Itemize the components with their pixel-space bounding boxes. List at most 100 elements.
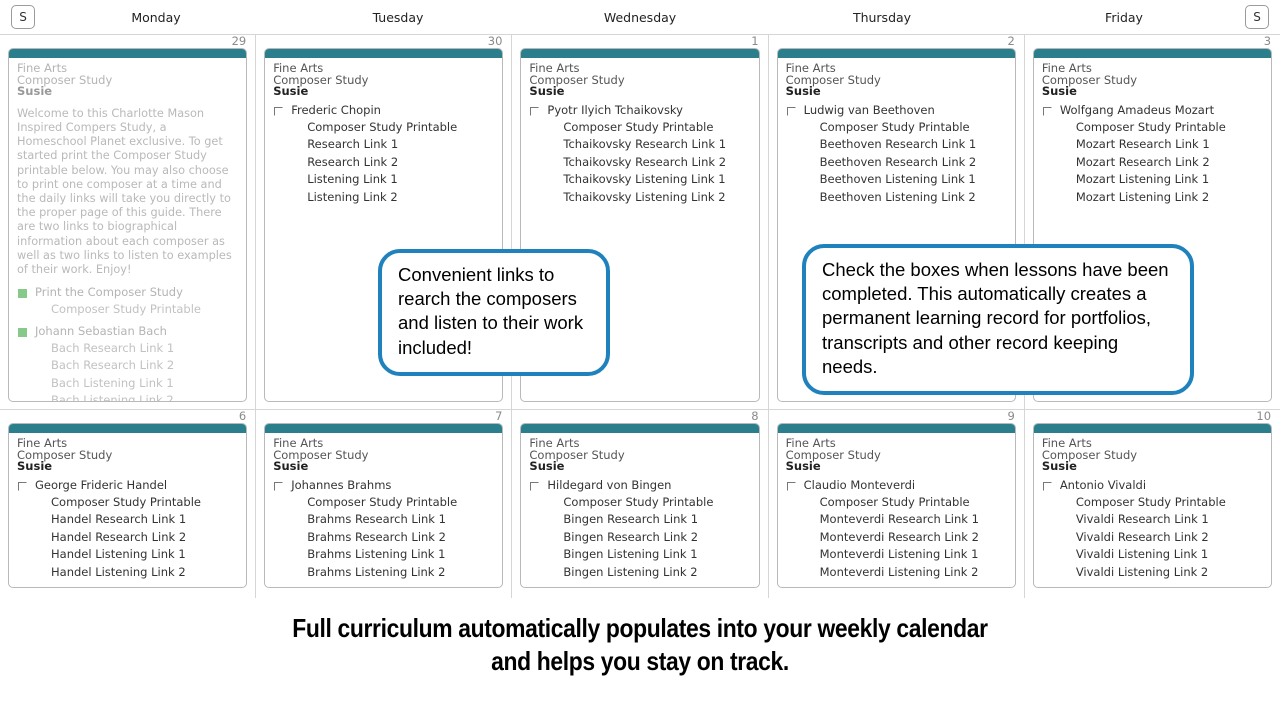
event-card[interactable]: Fine Arts Composer Study Susie Claudio Mont…: [776, 423, 1016, 589]
task-link[interactable]: Brahms Research Link 1: [273, 511, 494, 529]
task-row[interactable]: Print the Composer Study: [17, 286, 238, 299]
task-link[interactable]: Brahms Listening Link 2: [273, 564, 494, 582]
task-link[interactable]: Handel Listening Link 2: [17, 564, 238, 582]
task-link[interactable]: Tchaikovsky Research Link 1: [529, 136, 750, 154]
task-link[interactable]: Handel Research Link 1: [17, 511, 238, 529]
task-link[interactable]: Vivaldi Research Link 1: [1042, 511, 1263, 529]
checkbox-unchecked-icon[interactable]: [1042, 106, 1052, 116]
task-link[interactable]: Bach Research Link 2: [17, 357, 238, 375]
task-link[interactable]: Bingen Research Link 2: [529, 529, 750, 547]
task-link[interactable]: Handel Listening Link 1: [17, 546, 238, 564]
task-link[interactable]: Monteverdi Listening Link 2: [786, 564, 1007, 582]
date-number: 30: [487, 34, 503, 48]
task-link[interactable]: Beethoven Research Link 2: [786, 154, 1007, 172]
task-label[interactable]: Johannes Brahms: [291, 478, 391, 492]
checkbox-checked-icon[interactable]: [18, 289, 27, 299]
task-row[interactable]: Johannes Brahms: [273, 478, 494, 492]
task-link[interactable]: Beethoven Research Link 1: [786, 136, 1007, 154]
task-row[interactable]: Wolfgang Amadeus Mozart: [1042, 103, 1263, 117]
task-link[interactable]: Vivaldi Listening Link 1: [1042, 546, 1263, 564]
task-link[interactable]: Composer Study Printable: [1042, 494, 1263, 512]
task-row[interactable]: Ludwig van Beethoven: [786, 103, 1007, 117]
event-card[interactable]: Fine Arts Composer Study Susie George Fride…: [8, 423, 248, 589]
event-card[interactable]: Fine Arts Composer Study Susie Antonio Viva…: [1032, 423, 1273, 589]
task-label[interactable]: Print the Composer Study: [35, 286, 183, 299]
task-link[interactable]: Bingen Listening Link 1: [529, 546, 750, 564]
task-link[interactable]: Bach Research Link 1: [17, 340, 238, 358]
task-link[interactable]: Tchaikovsky Listening Link 2: [529, 189, 750, 207]
card-student-name: Susie: [785, 459, 821, 474]
card-color-bar: [1033, 49, 1272, 58]
task-link[interactable]: Beethoven Listening Link 2: [786, 189, 1007, 207]
task-link[interactable]: Brahms Listening Link 1: [273, 546, 494, 564]
checkbox-checked-icon[interactable]: [18, 327, 27, 337]
card-student-name: Susie: [1041, 84, 1077, 99]
task-link[interactable]: Research Link 1: [273, 136, 494, 154]
checkbox-unchecked-icon[interactable]: [786, 106, 796, 116]
task-link[interactable]: Listening Link 1: [273, 171, 494, 189]
task-link-list: Composer Study Printable: [17, 301, 238, 319]
sunday-toggle-button[interactable]: S: [1245, 5, 1269, 29]
task-link[interactable]: Composer Study Printable: [1042, 119, 1263, 137]
task-link[interactable]: Monteverdi Research Link 1: [786, 511, 1007, 529]
card-body: Fine Arts Composer Study Susie Antonio Viva…: [1034, 433, 1271, 587]
task-link[interactable]: Mozart Research Link 2: [1042, 154, 1263, 172]
task-link[interactable]: Composer Study Printable: [273, 494, 494, 512]
task-link[interactable]: Mozart Listening Link 2: [1042, 189, 1263, 207]
task-link[interactable]: Brahms Research Link 2: [273, 529, 494, 547]
event-card[interactable]: Fine Arts Composer Study Susie Johannes Bra…: [264, 423, 504, 589]
task-label[interactable]: Ludwig van Beethoven: [804, 103, 935, 117]
checkbox-unchecked-icon[interactable]: [274, 106, 284, 116]
checkbox-unchecked-icon[interactable]: [18, 481, 27, 491]
task-link[interactable]: Composer Study Printable: [529, 119, 750, 137]
checkbox-unchecked-icon[interactable]: [530, 106, 540, 116]
checkbox-unchecked-icon[interactable]: [786, 481, 796, 491]
task-link[interactable]: Tchaikovsky Listening Link 1: [529, 171, 750, 189]
task-link[interactable]: Composer Study Printable: [786, 119, 1007, 137]
task-link[interactable]: Beethoven Listening Link 1: [786, 171, 1007, 189]
event-card[interactable]: Fine Arts Composer Study Susie Welcome to t…: [8, 48, 248, 402]
task-row[interactable]: Frederic Chopin: [273, 103, 494, 117]
saturday-toggle-button[interactable]: S: [11, 5, 35, 29]
task-row[interactable]: Antonio Vivaldi: [1042, 478, 1263, 492]
task-link[interactable]: Mozart Listening Link 1: [1042, 171, 1263, 189]
checkbox-unchecked-icon[interactable]: [1042, 481, 1052, 491]
task-label[interactable]: Antonio Vivaldi: [1060, 478, 1146, 492]
task-row[interactable]: Johann Sebastian Bach: [17, 324, 238, 338]
task-link[interactable]: Composer Study Printable: [273, 119, 494, 137]
task-link[interactable]: Tchaikovsky Research Link 2: [529, 154, 750, 172]
task-label[interactable]: Johann Sebastian Bach: [35, 324, 167, 338]
task-link[interactable]: Composer Study Printable: [17, 494, 238, 512]
event-card[interactable]: Fine Arts Composer Study Susie Hildegard vo…: [520, 423, 760, 589]
task-link[interactable]: Listening Link 2: [273, 189, 494, 207]
task-row[interactable]: George Frideric Handel: [17, 478, 238, 492]
task-link[interactable]: Bingen Listening Link 2: [529, 564, 750, 582]
task-link[interactable]: Vivaldi Research Link 2: [1042, 529, 1263, 547]
task-row[interactable]: Pyotr Ilyich Tchaikovsky: [529, 103, 750, 117]
task-row[interactable]: Claudio Monteverdi: [786, 478, 1007, 492]
task-link[interactable]: Composer Study Printable: [786, 494, 1007, 512]
checkbox-unchecked-icon[interactable]: [274, 481, 284, 491]
task-label[interactable]: Wolfgang Amadeus Mozart: [1060, 103, 1214, 117]
task-row[interactable]: Hildegard von Bingen: [529, 478, 750, 492]
task-link[interactable]: Research Link 2: [273, 154, 494, 172]
task-label[interactable]: George Frideric Handel: [35, 478, 167, 492]
task-label[interactable]: Claudio Monteverdi: [804, 478, 915, 492]
task-label[interactable]: Hildegard von Bingen: [547, 478, 671, 492]
task-link[interactable]: Bach Listening Link 2: [17, 392, 238, 401]
task-link[interactable]: Monteverdi Listening Link 1: [786, 546, 1007, 564]
task-link[interactable]: Mozart Research Link 1: [1042, 136, 1263, 154]
task-link[interactable]: Bach Listening Link 1: [17, 375, 238, 393]
task-link[interactable]: Monteverdi Research Link 2: [786, 529, 1007, 547]
task-label[interactable]: Pyotr Ilyich Tchaikovsky: [547, 103, 683, 117]
card-body: Fine Arts Composer Study Susie George Fride…: [9, 433, 246, 587]
checkbox-unchecked-icon[interactable]: [530, 481, 540, 491]
date-number: 3: [1263, 34, 1272, 48]
task-link[interactable]: Bingen Research Link 1: [529, 511, 750, 529]
task-link[interactable]: Handel Research Link 2: [17, 529, 238, 547]
card-student-name: Susie: [785, 84, 821, 99]
task-link[interactable]: Vivaldi Listening Link 2: [1042, 564, 1263, 582]
task-link[interactable]: Composer Study Printable: [17, 301, 238, 319]
task-link[interactable]: Composer Study Printable: [529, 494, 750, 512]
task-label[interactable]: Frederic Chopin: [291, 103, 381, 117]
